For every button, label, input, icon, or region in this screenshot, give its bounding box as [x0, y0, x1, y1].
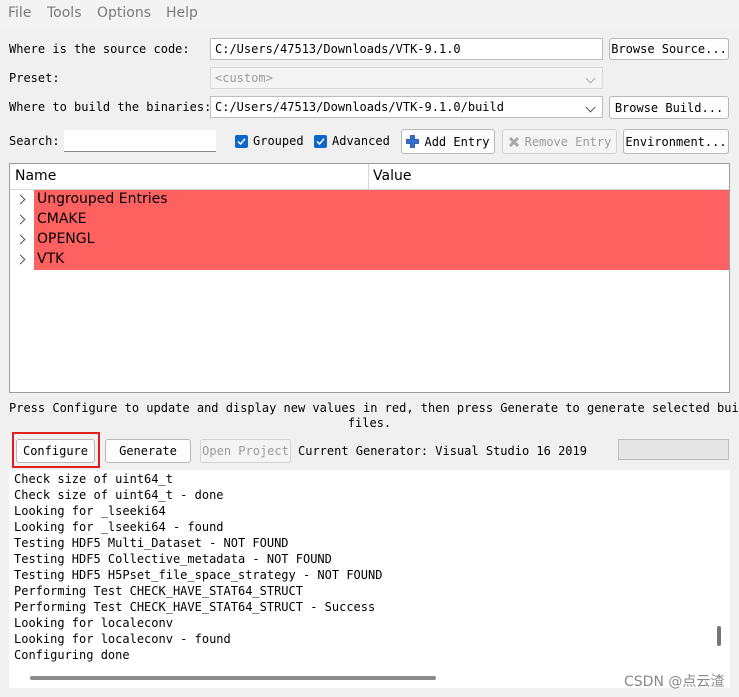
preset-value: <custom>: [215, 71, 273, 85]
row-highlight: [34, 250, 729, 270]
log-line: Testing HDF5 H5Pset_file_space_strategy …: [14, 568, 383, 582]
output-log[interactable]: Check size of uint64_t Check size of uin…: [9, 470, 710, 668]
log-line: Performing Test CHECK_HAVE_STAT64_STRUCT: [14, 584, 303, 598]
menu-help[interactable]: Help: [166, 5, 198, 21]
source-label: Where is the source code:: [9, 42, 190, 56]
log-line: Testing HDF5 Collective_metadata - NOT F…: [14, 552, 332, 566]
chevron-right-icon[interactable]: [15, 254, 26, 265]
menu-bar: File Tools Options Help: [0, 0, 739, 28]
chevron-right-icon[interactable]: [15, 234, 26, 245]
tree-row-label: OPENGL: [37, 231, 95, 247]
hint-line-2: files.: [347, 416, 392, 430]
log-line: Check size of uint64_t - done: [14, 488, 224, 502]
open-project-button[interactable]: Open Project: [200, 439, 291, 463]
row-highlight: [34, 230, 729, 250]
tree-row-label: Ungrouped Entries: [37, 191, 168, 207]
log-line: Looking for _lseeki64: [14, 504, 166, 518]
log-line: Looking for localeconv: [14, 616, 173, 630]
add-entry-label: Add Entry: [424, 134, 490, 149]
vertical-scroll-thumb[interactable]: [717, 626, 721, 646]
tree-row-ungrouped[interactable]: Ungrouped Entries: [10, 190, 729, 210]
watermark-text: CSDN @点云渣: [624, 674, 725, 690]
build-path-value: C:/Users/47513/Downloads/VTK-9.1.0/build: [215, 100, 504, 114]
browse-source-button[interactable]: Browse Source...: [609, 38, 729, 60]
add-entry-button[interactable]: Add Entry: [401, 129, 495, 154]
grouped-label: Grouped: [253, 134, 304, 148]
log-line: Looking for localeconv - found: [14, 632, 231, 646]
grouped-checkbox[interactable]: Grouped: [235, 134, 304, 148]
menu-tools[interactable]: Tools: [47, 5, 82, 21]
tree-row-label: CMAKE: [37, 211, 87, 227]
build-path-select[interactable]: C:/Users/47513/Downloads/VTK-9.1.0/build: [210, 96, 603, 118]
checkmark-icon: [314, 134, 327, 148]
hint-line-1: Press Configure to update and display ne…: [9, 401, 739, 415]
chevron-down-icon: [585, 102, 596, 113]
checkmark-icon: [235, 134, 248, 148]
entries-tree[interactable]: Name Value Ungrouped Entries CMAKE OPENG…: [9, 163, 730, 393]
remove-icon: [508, 136, 519, 147]
tree-row-opengl[interactable]: OPENGL: [10, 230, 729, 250]
search-label: Search:: [9, 134, 60, 148]
tree-row-cmake[interactable]: CMAKE: [10, 210, 729, 230]
preset-label: Preset:: [9, 71, 60, 85]
chevron-down-icon: [585, 73, 596, 84]
log-line: Performing Test CHECK_HAVE_STAT64_STRUCT…: [14, 600, 376, 614]
chevron-right-icon[interactable]: [15, 214, 26, 225]
search-input[interactable]: [64, 130, 216, 152]
menu-options[interactable]: Options: [97, 5, 151, 21]
horizontal-scroll-thumb[interactable]: [30, 676, 436, 680]
advanced-label: Advanced: [332, 134, 390, 148]
build-label: Where to build the binaries:: [9, 100, 212, 114]
remove-entry-label: Remove Entry: [524, 134, 612, 149]
row-highlight: [34, 210, 729, 230]
log-line: Looking for _lseeki64 - found: [14, 520, 224, 534]
environment-button[interactable]: Environment...: [623, 129, 729, 154]
column-name[interactable]: Name: [15, 168, 56, 184]
tree-header: Name Value: [10, 164, 729, 190]
progress-bar: [618, 439, 729, 460]
advanced-checkbox[interactable]: Advanced: [314, 134, 390, 148]
horizontal-scrollbar[interactable]: [9, 668, 730, 688]
tree-row-label: VTK: [37, 251, 65, 267]
plus-icon: [406, 135, 420, 148]
chevron-right-icon[interactable]: [15, 194, 26, 205]
log-line: Check size of uint64_t: [14, 472, 173, 486]
remove-entry-button[interactable]: Remove Entry: [502, 129, 617, 154]
source-path-input[interactable]: C:/Users/47513/Downloads/VTK-9.1.0: [210, 38, 603, 60]
column-value[interactable]: Value: [373, 168, 411, 184]
preset-select[interactable]: <custom>: [210, 67, 603, 89]
log-line: Configuring done: [14, 648, 130, 662]
configure-button[interactable]: Configure: [16, 439, 95, 463]
current-generator-label: Current Generator: Visual Studio 16 2019: [298, 444, 587, 458]
menu-file[interactable]: File: [8, 5, 31, 21]
tree-row-vtk[interactable]: VTK: [10, 250, 729, 270]
vertical-scrollbar[interactable]: [710, 470, 730, 668]
log-line: Testing HDF5 Multi_Dataset - NOT FOUND: [14, 536, 289, 550]
column-divider: [368, 164, 369, 189]
generate-button[interactable]: Generate: [105, 439, 191, 463]
browse-build-button[interactable]: Browse Build...: [609, 96, 729, 119]
